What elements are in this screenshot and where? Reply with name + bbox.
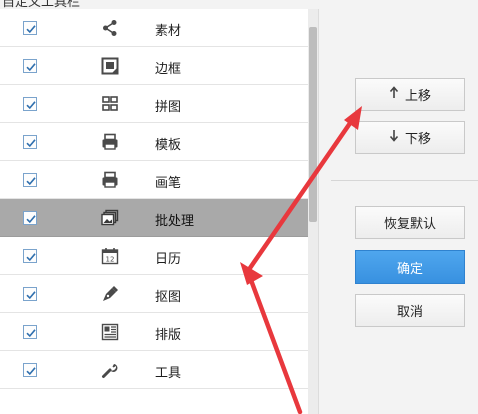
ok-button[interactable]: 确定 [355, 250, 465, 284]
list-item-tools[interactable]: 工具 [0, 351, 308, 389]
list-item-label: 抠图 [155, 290, 182, 305]
move-down-label: 下移 [404, 132, 431, 147]
ok-label: 确定 [396, 261, 423, 277]
batch-icon [101, 209, 119, 227]
list-item-cutout[interactable]: 抠图 [0, 275, 308, 313]
move-up-button[interactable]: 上移 [355, 78, 465, 111]
checkbox-material[interactable] [23, 21, 37, 35]
list-item-calendar[interactable]: 12 日历 [0, 237, 308, 275]
checkbox-brush[interactable] [23, 173, 37, 187]
window-titlebar: 自定义工具栏 [0, 0, 478, 9]
checkbox-template[interactable] [23, 135, 37, 149]
list-scrollbar[interactable] [308, 9, 318, 414]
list-item-label: 模板 [155, 138, 182, 153]
list-item-label: 排版 [155, 328, 182, 343]
frame-icon [101, 57, 119, 75]
arrow-down-icon [389, 129, 399, 146]
checkbox-calendar[interactable] [23, 249, 37, 263]
list-item-label: 画笔 [155, 176, 182, 191]
move-down-button[interactable]: 下移 [355, 121, 465, 154]
list-item-label: 日历 [155, 252, 182, 267]
list-item-material[interactable]: 素材 [0, 9, 308, 47]
calendar-icon: 12 [101, 247, 119, 265]
checkbox-frame[interactable] [23, 59, 37, 73]
brush-icon [101, 171, 119, 189]
list-item-partial[interactable] [0, 389, 308, 414]
scrollbar-thumb[interactable] [309, 27, 317, 222]
share-icon [101, 19, 119, 37]
list-item-label: 批处理 [155, 214, 195, 229]
checkbox-cutout[interactable] [23, 287, 37, 301]
list-item-layout[interactable]: 排版 [0, 313, 308, 351]
cancel-label: 取消 [396, 305, 423, 320]
checkbox-tools[interactable] [23, 363, 37, 377]
checkbox-layout[interactable] [23, 325, 37, 339]
pen-tool-icon [101, 285, 119, 303]
list-item-brush[interactable]: 画笔 [0, 161, 308, 199]
move-up-label: 上移 [404, 89, 431, 104]
restore-default-button[interactable]: 恢复默认 [355, 206, 465, 239]
list-item-label: 素材 [155, 24, 182, 39]
list-item-label: 拼图 [155, 100, 182, 115]
template-icon [101, 133, 119, 151]
list-item-template[interactable]: 模板 [0, 123, 308, 161]
svg-text:12: 12 [106, 256, 115, 264]
list-item-collage[interactable]: 拼图 [0, 85, 308, 123]
restore-default-label: 恢复默认 [383, 217, 436, 232]
list-item-label: 边框 [155, 62, 182, 77]
toolbar-item-list: 素材 边框 拼图 模板 画笔 批处理 12 日历 抠图 排版 工具 [0, 9, 319, 414]
window-title: 自定义工具栏 [2, 0, 81, 9]
list-item-label: 工具 [155, 366, 182, 381]
grid-icon [101, 95, 119, 113]
checkbox-batch[interactable] [23, 211, 37, 225]
panel-divider [331, 180, 478, 181]
cancel-button[interactable]: 取消 [355, 294, 465, 327]
layout-icon [101, 323, 119, 341]
list-item-batch[interactable]: 批处理 [0, 199, 308, 237]
list-item-frame[interactable]: 边框 [0, 47, 308, 85]
wrench-icon [101, 361, 119, 379]
arrow-up-icon [389, 86, 399, 103]
checkbox-collage[interactable] [23, 97, 37, 111]
